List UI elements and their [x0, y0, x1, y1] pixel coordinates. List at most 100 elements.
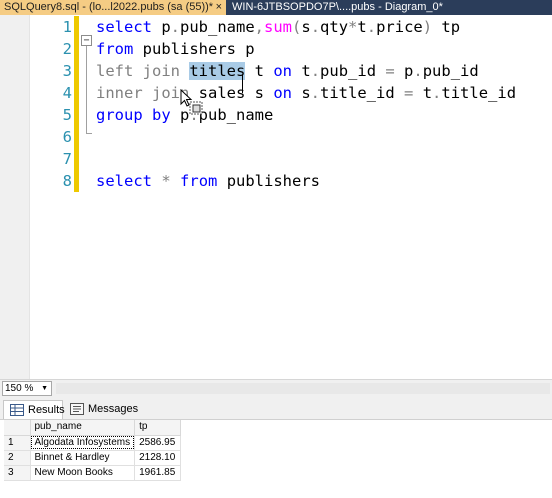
tab-results[interactable]: Results	[3, 400, 65, 419]
change-marker	[74, 16, 79, 38]
dropdown-arrow-icon[interactable]: ▼	[41, 382, 48, 395]
sql-operator: .	[432, 84, 442, 102]
change-marker	[74, 60, 79, 82]
code-text[interactable]: select p.pub_name,sum(s.qty*t.price) tp	[96, 16, 460, 38]
change-marker	[74, 170, 79, 192]
sql-identifier	[171, 172, 180, 190]
sql-identifier: s	[301, 18, 311, 36]
line-number: 3	[62, 62, 72, 80]
sql-operator: .	[310, 18, 321, 36]
query-editor[interactable]: 1 select p.pub_name,sum(s.qty*t.price) tp…	[0, 15, 552, 379]
sql-keyword: on	[273, 84, 292, 102]
tab-results-label: Results	[28, 404, 65, 416]
fold-guide-line	[86, 46, 87, 134]
sql-identifier: title_id	[320, 84, 405, 102]
fold-collapse-icon[interactable]: −	[81, 35, 92, 46]
sql-identifier: pub_name	[198, 106, 274, 124]
change-marker	[74, 104, 79, 126]
change-marker	[74, 38, 79, 60]
sql-identifier: publishers	[217, 172, 321, 190]
zoom-value: 150 %	[5, 383, 34, 394]
sql-keyword: select	[96, 18, 152, 36]
column-header-tp[interactable]: tp	[134, 420, 182, 436]
sql-operator: .	[413, 62, 423, 80]
code-text[interactable]: inner join sales s on s.title_id = t.tit…	[96, 82, 516, 104]
sql-identifier	[152, 172, 161, 190]
row-number[interactable]: 3	[4, 465, 31, 481]
results-grid[interactable]: pub_name tp 1 Algodata Infosystems 2586.…	[0, 420, 552, 498]
cell-tp[interactable]: 1961.85	[134, 465, 182, 481]
messages-icon	[70, 403, 84, 415]
code-line[interactable]: 6	[0, 126, 552, 148]
sql-operator: .	[310, 62, 321, 80]
sql-identifier: tp	[432, 18, 461, 36]
line-number: 1	[62, 18, 72, 36]
change-marker	[74, 126, 79, 148]
tab-messages[interactable]: Messages	[64, 400, 138, 419]
sql-operator: .	[170, 18, 181, 36]
code-line[interactable]: 4 inner join sales s on s.title_id = t.ti…	[0, 82, 552, 104]
tab-diagram-label: WIN-6JTBSOPDO7P\....pubs - Diagram_0*	[232, 1, 443, 13]
header-row: pub_name tp	[4, 420, 182, 436]
table-row[interactable]: 2 Binnet & Hardley 2128.10	[4, 450, 182, 466]
row-number[interactable]: 2	[4, 450, 31, 466]
sql-keyword: from	[96, 40, 134, 58]
sql-operator: ,	[254, 18, 265, 36]
code-text[interactable]: select * from publishers	[96, 170, 320, 192]
code-line[interactable]: 5 group by p.pub_name	[0, 104, 552, 126]
sql-operator: )	[422, 18, 433, 36]
tab-sqlquery8[interactable]: SQLQuery8.sql - (lo...l2022.pubs (sa (55…	[0, 0, 226, 15]
sql-operator: *	[348, 18, 358, 36]
sql-identifier: t	[292, 62, 311, 80]
change-marker	[74, 82, 79, 104]
text-caret	[242, 75, 243, 93]
grid-results-icon	[10, 404, 24, 416]
sql-keyword: group by	[96, 106, 171, 124]
close-icon[interactable]: ×	[216, 0, 222, 15]
sql-identifier: qty	[320, 18, 349, 36]
row-number[interactable]: 1	[4, 435, 31, 451]
sql-operator: =	[385, 62, 395, 80]
sql-identifier: s	[292, 84, 311, 102]
table-row[interactable]: 3 New Moon Books 1961.85	[4, 465, 182, 481]
sql-identifier: p	[394, 62, 414, 80]
code-text[interactable]: left join titles t on t.pub_id = p.pub_i…	[96, 60, 479, 82]
results-tab-strip: Results Messages	[0, 397, 552, 420]
change-marker	[74, 148, 79, 170]
table-row[interactable]: 1 Algodata Infosystems 2586.95	[4, 435, 182, 451]
line-number: 5	[62, 106, 72, 124]
code-line[interactable]: 3 left join titles t on t.pub_id = p.pub_…	[0, 60, 552, 82]
selected-text: titles	[189, 62, 246, 80]
drag-copy-icon	[189, 101, 203, 115]
cell-pub-name[interactable]: New Moon Books	[30, 465, 136, 481]
cell-tp[interactable]: 2128.10	[134, 450, 182, 466]
sql-operator: =	[404, 84, 414, 102]
sql-operator: (	[292, 18, 302, 36]
editor-status-bar: 150 % ▼	[0, 379, 552, 397]
sql-identifier: sales s	[189, 84, 274, 102]
horizontal-scrollbar[interactable]	[56, 383, 550, 394]
zoom-dropdown[interactable]: 150 % ▼	[2, 381, 52, 396]
sql-operator: *	[161, 172, 171, 190]
sql-identifier: title_id	[441, 84, 517, 102]
sql-identifier: publishers p	[133, 40, 255, 58]
tab-messages-label: Messages	[88, 403, 139, 415]
sql-operator: inner join	[96, 84, 190, 102]
sql-identifier: pub_id	[422, 62, 479, 80]
corner-cell[interactable]	[4, 420, 31, 436]
cell-pub-name[interactable]: Algodata Infosystems	[30, 435, 136, 451]
code-line[interactable]: 7	[0, 148, 552, 170]
cell-tp[interactable]: 2586.95	[134, 435, 182, 451]
cell-pub-name[interactable]: Binnet & Hardley	[30, 450, 136, 466]
column-header-pub-name[interactable]: pub_name	[30, 420, 136, 436]
code-text[interactable]: from publishers p	[96, 38, 255, 60]
line-number: 4	[62, 84, 72, 102]
sql-operator: .	[366, 18, 377, 36]
sql-operator: .	[310, 84, 321, 102]
code-line[interactable]: 8 select * from publishers	[0, 170, 552, 192]
sql-keyword: select	[96, 172, 152, 190]
results-table: pub_name tp 1 Algodata Infosystems 2586.…	[4, 420, 182, 481]
sql-identifier: t	[357, 18, 367, 36]
sql-function: sum	[264, 18, 293, 36]
tab-diagram[interactable]: WIN-6JTBSOPDO7P\....pubs - Diagram_0*	[228, 0, 458, 15]
